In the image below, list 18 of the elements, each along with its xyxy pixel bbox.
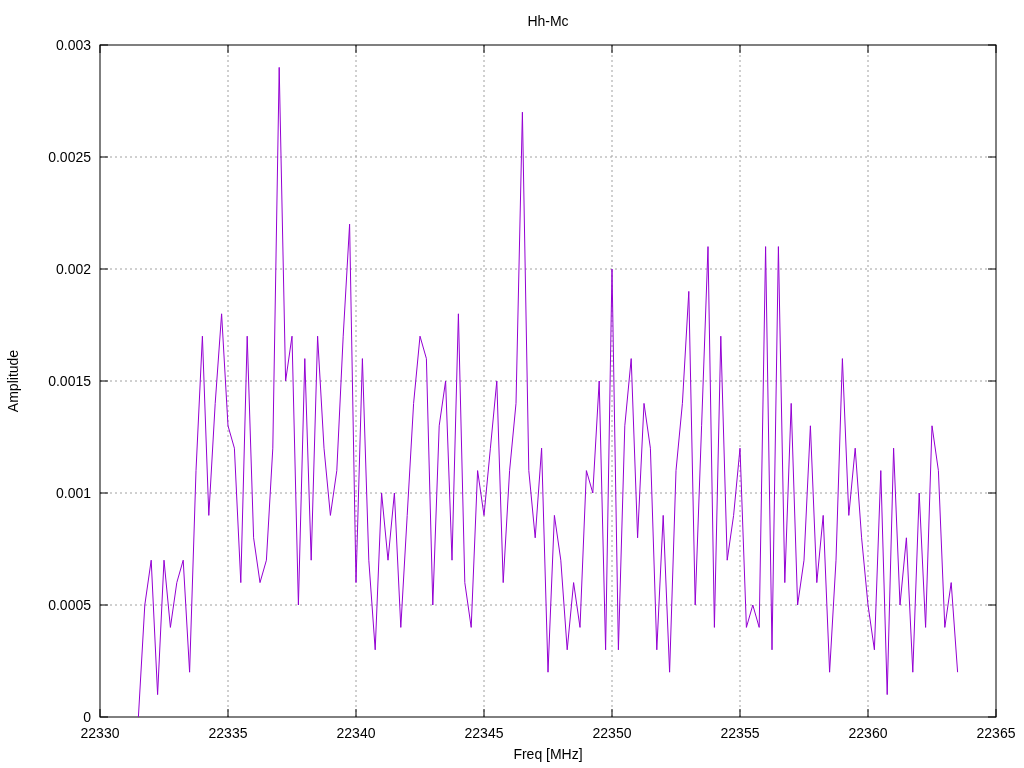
chart-title: Hh-Mc [527,13,569,29]
x-tick-label: 22355 [720,725,760,741]
y-tick-label: 0.0015 [48,373,91,389]
y-tick-label: 0.0005 [48,597,91,613]
x-tick-label: 22350 [592,725,632,741]
x-tick-label: 22340 [336,725,376,741]
y-tick-label: 0.002 [55,261,91,277]
x-tick-label: 22360 [848,725,888,741]
y-tick-label: 0.001 [55,485,91,501]
x-tick-label: 22345 [464,725,504,741]
y-tick-label: 0.0025 [48,149,91,165]
x-tick-label: 22330 [80,725,120,741]
y-tick-label: 0 [83,709,91,725]
x-tick-label: 22335 [208,725,248,741]
x-tick-label: 22365 [976,725,1016,741]
y-tick-label: 0.003 [55,37,91,53]
y-axis-label: Amplitude [5,349,21,413]
x-axis-label: Freq [MHz] [513,746,583,762]
